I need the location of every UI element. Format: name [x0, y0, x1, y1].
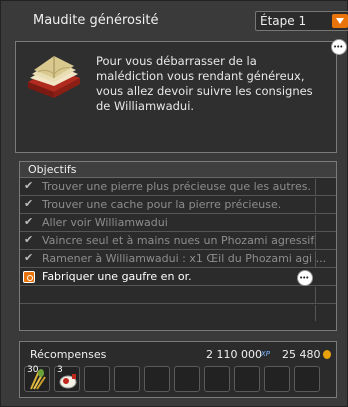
objective-row-current[interactable]: Fabriquer une gaufre en or.: [20, 269, 336, 286]
reward-slot-empty: [114, 366, 140, 392]
objective-label: Aller voir Williamwadui: [42, 216, 168, 229]
rewards-panel: Récompenses 2 110 000 XP 25 480 30 3: [19, 341, 337, 398]
objective-row: ✔ Trouver une cache pour la pierre préci…: [20, 197, 336, 214]
reward-slot-empty: [174, 366, 200, 392]
objective-label: Trouver une pierre plus précieuse que le…: [42, 180, 311, 193]
check-icon: ✔: [24, 251, 34, 264]
objective-label: Ramener à Williamwadui : x1 Œil du Phoza…: [42, 252, 327, 265]
check-icon: ✔: [24, 215, 34, 228]
kama-icon: [323, 350, 331, 359]
description-more-button[interactable]: [331, 39, 347, 55]
step-dropdown-value: Étape 1: [260, 14, 307, 28]
reward-slot-empty: [144, 366, 170, 392]
rewards-kamas: 25 480: [282, 348, 321, 361]
row-divider: [315, 287, 316, 303]
objective-row: ✔ Vaincre seul et à mains nues un Phozam…: [20, 233, 336, 250]
title-bar: Maudite générosité Étape 1: [15, 7, 348, 35]
reward-slot[interactable]: 30: [24, 365, 50, 392]
check-icon: ✔: [24, 179, 34, 192]
row-divider: [315, 233, 316, 249]
reward-slot-empty: [204, 366, 230, 392]
objectives-title: Objectifs: [28, 163, 77, 176]
objective-label: Vaincre seul et à mains nues un Phozami …: [42, 234, 317, 247]
objectives-header: Objectifs: [20, 162, 336, 178]
quest-window: Maudite générosité Étape 1 Pour vous déb…: [0, 0, 348, 407]
quest-description: Pour vous débarrasser de la malédiction …: [96, 54, 313, 113]
rewards-title: Récompenses: [30, 348, 107, 361]
quest-title: Maudite générosité: [33, 13, 159, 28]
step-dropdown[interactable]: Étape 1: [255, 11, 348, 31]
objective-row: ✔ Aller voir Williamwadui: [20, 215, 336, 232]
location-target-icon[interactable]: [23, 271, 35, 283]
objective-label: Fabriquer une gaufre en or.: [42, 270, 192, 283]
reward-slot-empty: [264, 366, 290, 392]
objectives-panel: Objectifs ✔ Trouver une pierre plus préc…: [19, 161, 337, 331]
reward-slot-empty: [84, 366, 110, 392]
objective-row: ✔ Trouver une pierre plus précieuse que …: [20, 179, 336, 196]
reward-slot-empty: [294, 366, 320, 392]
description-panel: Pour vous débarrasser de la malédiction …: [15, 41, 337, 153]
row-divider: [315, 305, 316, 321]
row-divider: [315, 197, 316, 213]
row-divider: [315, 215, 316, 231]
book-icon: [28, 56, 80, 98]
reward-qty: 30: [27, 365, 39, 375]
objective-row: ✔ Ramener à Williamwadui : x1 Œil du Pho…: [20, 251, 336, 268]
check-icon: ✔: [24, 197, 34, 210]
reward-slot-empty: [234, 366, 260, 392]
xp-icon: XP: [261, 350, 271, 358]
row-divider: [315, 251, 316, 267]
objective-row-empty: [20, 305, 336, 322]
objective-label: Trouver une cache pour la pierre précieu…: [42, 198, 282, 211]
reward-qty: 3: [57, 365, 63, 375]
row-divider: [315, 179, 316, 195]
check-icon: ✔: [24, 233, 34, 246]
objective-more-button[interactable]: [297, 270, 313, 286]
reward-slot[interactable]: 3: [54, 365, 80, 392]
chevron-down-icon[interactable]: [332, 14, 348, 28]
objective-row-empty: [20, 287, 336, 304]
rewards-xp: 2 110 000: [206, 348, 262, 361]
